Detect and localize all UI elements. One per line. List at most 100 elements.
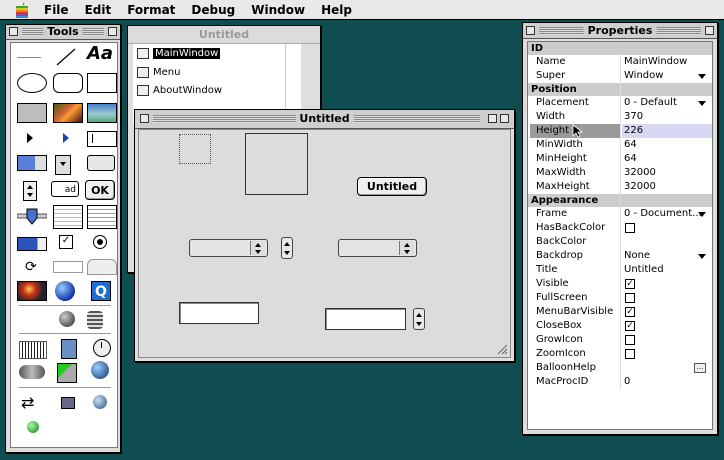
timer-tool-icon[interactable] [93,339,111,357]
text-tool-icon[interactable]: Aa [87,43,113,64]
column-divider [620,55,621,389]
ellipsis-button[interactable]: ... [694,363,706,373]
layout-titlebar[interactable]: Untitled [135,110,514,129]
menubarvisible-checkbox[interactable]: ✓ [625,307,635,317]
hasbackcolor-checkbox[interactable] [625,223,635,233]
globe-tool-icon[interactable] [55,281,75,301]
static-text-tool-icon[interactable] [53,261,83,273]
list-item[interactable]: AboutWindow [153,84,222,98]
slider-tool-icon[interactable] [17,207,47,225]
section-id: ID [528,42,712,55]
internet-tool-icon[interactable] [93,395,107,409]
database-tool-icon[interactable] [87,311,103,329]
bevel-popup-tool-icon[interactable] [17,155,47,171]
menu-edit[interactable]: Edit [85,3,112,17]
line-tool-icon[interactable] [55,47,79,67]
project-titlebar[interactable]: Untitled [128,26,320,44]
dropdown-arrow-icon[interactable] [698,74,706,79]
data-browser-tool-icon[interactable] [87,205,117,229]
popup-menu-tool-icon[interactable] [87,155,115,171]
menu-debug[interactable]: Debug [191,3,235,17]
quicktime-tool-icon[interactable]: Q [91,281,111,301]
close-box-icon[interactable] [9,27,18,36]
calculator-tool-icon[interactable] [61,339,77,359]
window-item-icon [137,85,149,96]
window-item-icon [137,48,149,59]
tools-palette: Tools Aa ad OK ✓ ⟳ Q ⇄ [5,24,121,453]
edit-text-tool-icon[interactable] [87,131,117,147]
list-item[interactable]: Menu [153,66,180,80]
zoomicon-checkbox[interactable] [625,349,635,359]
tabs-tool-icon[interactable] [87,259,117,275]
dropdown-arrow-icon[interactable] [698,212,706,217]
dotted-placeholder[interactable] [179,134,211,164]
fullscreen-checkbox[interactable] [625,293,635,303]
bevel-button-tool-icon[interactable]: ad [51,181,79,197]
picture-tool-icon[interactable] [53,103,83,123]
menu-help[interactable]: Help [321,3,352,17]
layout-window: Untitled Untitled [134,109,515,362]
roundrect-tool-icon[interactable] [53,73,83,93]
serial-port-tool-icon[interactable] [19,365,45,379]
rect-tool-icon[interactable] [87,73,117,93]
network-tool-icon[interactable] [91,361,109,379]
dropdown-arrow-icon[interactable] [698,101,706,106]
tools-separator-1 [19,305,111,306]
properties-titlebar[interactable]: Properties [523,23,717,39]
close-box-icon[interactable] [526,26,535,35]
little-arrows-tool-icon[interactable] [23,181,37,201]
collapse-box-icon[interactable] [500,114,509,123]
oval-tool-icon[interactable] [17,73,47,93]
properties-title: Properties [583,24,657,38]
zoom-box-icon[interactable] [488,114,497,123]
project-title: Untitled [194,28,254,42]
chasing-arrows-icon[interactable]: ⟳ [25,259,37,275]
popup-menu-right[interactable] [338,239,417,257]
list-item[interactable]: MainWindow [153,47,221,61]
dropdown-arrow-icon[interactable] [698,254,706,259]
spotlight-tool-icon[interactable] [27,421,39,433]
apple-menu-icon[interactable] [14,2,30,18]
magnifier-tool-icon[interactable] [59,311,75,327]
untitled-button[interactable]: Untitled [357,177,427,196]
edit-text-field-left[interactable] [179,302,259,324]
disclosure-triangle-icon[interactable] [27,133,33,143]
tools-title: Tools [43,25,83,39]
disclosure-triangle-color-icon[interactable] [63,133,69,143]
menu-item-icon [137,67,149,78]
push-button-tool-icon[interactable]: OK [85,180,115,200]
menu-format[interactable]: Format [127,3,175,17]
apple-events-icon[interactable]: ⇄ [21,393,34,412]
little-arrows-right[interactable] [413,308,425,330]
socket-tool-icon[interactable] [57,363,77,383]
collapse-box-icon[interactable] [108,27,117,36]
separator-tool-icon[interactable] [17,57,41,58]
progress-bar-tool-icon[interactable] [17,237,47,251]
property-list: ID Name MainWindow Super Window Position P… [527,41,713,430]
menu-file[interactable]: File [44,3,69,17]
close-box-icon[interactable] [140,114,149,123]
image-well-tool-icon[interactable] [87,103,117,123]
little-arrows-left[interactable] [281,237,293,259]
menu-bar: File Edit Format Debug Window Help [0,0,724,20]
midi-tool-icon[interactable] [19,341,47,359]
list-box-tool-icon[interactable] [53,205,83,229]
tools-titlebar[interactable]: Tools [6,25,120,40]
growicon-checkbox[interactable] [625,335,635,345]
collapse-box-icon[interactable] [705,26,714,35]
placard-tool-icon[interactable] [17,103,47,123]
popup-menu-left[interactable] [189,239,268,257]
checkbox-tool-icon[interactable]: ✓ [59,235,73,249]
grow-box-icon[interactable] [496,343,508,355]
edit-text-field-right[interactable] [325,308,406,330]
image-well[interactable] [245,133,308,195]
tools-separator-2 [19,333,111,334]
layout-canvas[interactable]: Untitled [138,129,511,358]
movie-tool-icon[interactable] [17,281,47,301]
appletalk-tool-icon[interactable] [61,397,75,409]
closebox-checkbox[interactable]: ✓ [625,321,635,331]
menu-window[interactable]: Window [251,3,305,17]
visible-checkbox[interactable]: ✓ [625,279,635,289]
popup-arrow-tool-icon[interactable] [55,155,71,175]
radio-button-tool-icon[interactable] [93,235,107,249]
